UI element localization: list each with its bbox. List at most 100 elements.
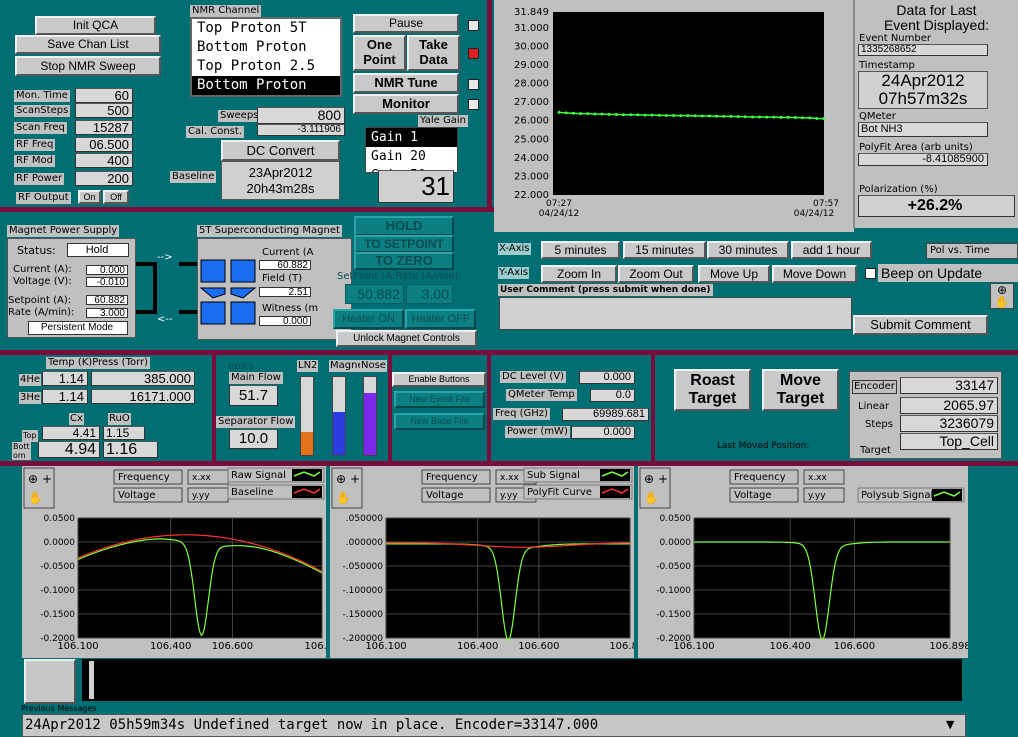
setting-field[interactable]: 200 bbox=[75, 171, 133, 186]
data-point bbox=[564, 111, 568, 115]
rf-off-button[interactable]: Off bbox=[103, 190, 129, 204]
rate-field[interactable]: 3.000 bbox=[86, 308, 128, 318]
y-tick-label: -.150000 bbox=[343, 610, 384, 620]
setting-field[interactable]: 15287 bbox=[75, 120, 133, 135]
x-axis-range-button[interactable]: add 1 hour bbox=[791, 241, 872, 259]
target-field: Top_Cell bbox=[900, 433, 998, 450]
new-event-file-button[interactable]: New Event File bbox=[394, 391, 485, 408]
take-data-checkbox[interactable] bbox=[468, 48, 479, 59]
one-point-label: Point bbox=[363, 52, 396, 67]
nmr-tune-checkbox[interactable] bbox=[468, 79, 479, 90]
x-axis-range-button[interactable]: 15 minutes bbox=[623, 241, 706, 259]
chevron-down-icon[interactable]: ▼ bbox=[946, 719, 954, 731]
heater-on-button[interactable]: Heater ON bbox=[333, 309, 404, 329]
y-format-icon: y.yy bbox=[500, 491, 518, 501]
voltage-label: Voltage bbox=[426, 490, 464, 501]
hold-button[interactable]: HOLD bbox=[354, 216, 454, 236]
take-data-button[interactable]: Take Data bbox=[407, 35, 460, 71]
lead-wire bbox=[179, 310, 197, 314]
data-point bbox=[586, 112, 590, 116]
cal-const-field[interactable]: -3.111906 bbox=[257, 124, 345, 136]
roast-target-button[interactable]: Roast Target bbox=[674, 369, 751, 411]
y-axis-control-button[interactable]: Zoom Out bbox=[618, 265, 694, 283]
beep-checkbox[interactable] bbox=[865, 268, 876, 279]
chart-tools[interactable]: ⊕ ✋ bbox=[990, 283, 1014, 309]
data-point bbox=[657, 113, 661, 117]
x-format-icon: x.xx bbox=[500, 473, 520, 483]
to-zero-button[interactable]: TO ZERO bbox=[354, 252, 454, 270]
setpoint-field[interactable]: 60.882 bbox=[86, 295, 128, 305]
hand-icon: ✋ bbox=[28, 491, 43, 505]
stop-nmr-sweep-button[interactable]: Stop NMR Sweep bbox=[15, 56, 161, 76]
previous-messages-button[interactable] bbox=[24, 659, 76, 704]
y-axis-control-button[interactable]: Move Up bbox=[698, 265, 770, 283]
y-axis-control-button[interactable]: Move Down bbox=[772, 265, 857, 283]
current-label: Current (A): bbox=[13, 264, 72, 275]
y-tick-label: .050000 bbox=[346, 514, 383, 524]
nmr-channel-item[interactable]: Top Proton 2.5 bbox=[192, 57, 340, 76]
pause-checkbox[interactable] bbox=[468, 20, 479, 31]
legend-label: Sub Signal bbox=[527, 470, 580, 481]
setting-field[interactable]: 60 bbox=[75, 88, 133, 103]
data-point bbox=[643, 113, 647, 117]
monitor-button[interactable]: Monitor bbox=[353, 94, 459, 114]
gain-item[interactable]: Gain 1 bbox=[366, 128, 457, 147]
sc-magnet-title: 5T Superconducting Magnet bbox=[197, 225, 342, 237]
sc-witness-field: 0.000 bbox=[259, 316, 311, 326]
nmr-channel-item[interactable]: Bottom Proton bbox=[192, 76, 340, 95]
save-chan-list-button[interactable]: Save Chan List bbox=[15, 35, 161, 54]
dc-convert-button[interactable]: DC Convert bbox=[221, 140, 340, 161]
temp-press-header: Temp (K)Press (Torr) bbox=[46, 357, 151, 369]
setting-field[interactable]: 06.500 bbox=[75, 137, 133, 152]
gain-list[interactable]: Gain 1Gain 20Gain 50 bbox=[365, 127, 458, 173]
gain-value-field[interactable]: 31 bbox=[378, 170, 454, 203]
setting-field[interactable]: 500 bbox=[75, 103, 133, 118]
sweeps-field[interactable]: 800 bbox=[257, 107, 345, 124]
setting-field[interactable]: 400 bbox=[75, 153, 133, 168]
heater-off-button[interactable]: Heater OFF bbox=[405, 309, 476, 329]
submit-comment-button[interactable]: Submit Comment bbox=[853, 315, 988, 335]
nmr-tune-button[interactable]: NMR Tune bbox=[353, 73, 459, 93]
new-base-file-button[interactable]: New Base File bbox=[394, 413, 485, 430]
divider bbox=[487, 0, 492, 212]
data-point bbox=[736, 115, 740, 119]
enable-buttons-button[interactable]: Enable Buttons bbox=[392, 372, 486, 387]
rf-on-button[interactable]: On bbox=[78, 190, 101, 204]
rate-label: Rate (A/min): bbox=[8, 307, 75, 318]
data-point bbox=[758, 115, 762, 119]
x-axis-range-button[interactable]: 30 minutes bbox=[707, 241, 789, 259]
sc-rate-field[interactable]: 3.00 bbox=[406, 284, 453, 304]
hand-icon: ✋ bbox=[336, 491, 351, 505]
y-format-icon: y.yy bbox=[808, 491, 826, 501]
to-setpoint-button[interactable]: TO SETPOINT bbox=[354, 235, 454, 253]
gain-item[interactable]: Gain 20 bbox=[366, 147, 457, 166]
data-point bbox=[793, 116, 797, 120]
sc-current-field: 60.882 bbox=[259, 260, 311, 270]
unlock-magnet-button[interactable]: Unlock Magnet Controls bbox=[336, 330, 477, 347]
init-qca-button[interactable]: Init QCA bbox=[35, 16, 156, 35]
nmr-channel-list[interactable]: Top Proton 5T Bottom Proton Top Proton 2.5… bbox=[190, 17, 342, 97]
x-axis-label: X-Axis bbox=[498, 243, 531, 255]
plot-area bbox=[78, 518, 322, 638]
nmr-channel-item[interactable]: Top Proton 5T bbox=[192, 19, 340, 38]
data-point bbox=[808, 116, 812, 120]
setting-label: RF Mod bbox=[14, 155, 55, 167]
pause-button[interactable]: Pause bbox=[353, 14, 459, 33]
user-comment-input[interactable] bbox=[499, 297, 852, 330]
message-log-handle[interactable] bbox=[89, 661, 94, 699]
one-point-button[interactable]: One Point bbox=[353, 35, 406, 71]
sc-setpoint-field[interactable]: 50.882 bbox=[345, 284, 404, 304]
message-log bbox=[82, 659, 962, 701]
move-target-button[interactable]: Move Target bbox=[762, 369, 839, 411]
nmr-channel-item[interactable]: Bottom Proton bbox=[192, 38, 340, 57]
he3-label: 3He bbox=[19, 392, 42, 404]
monitor-checkbox[interactable] bbox=[468, 99, 479, 110]
y-axis-control-button[interactable]: Zoom In bbox=[541, 265, 617, 283]
x-axis-range-button[interactable]: 5 minutes bbox=[541, 241, 620, 259]
sweeps-label: Sweeps bbox=[218, 110, 261, 122]
plus-icon: + bbox=[658, 472, 668, 486]
raw-signal-plot: ⊕ + ✋ Frequency Voltage x.xx y.yy Raw Signal Bas… bbox=[22, 466, 326, 658]
he4-label: 4He bbox=[19, 374, 42, 386]
reading-field: 69989.681 bbox=[562, 408, 649, 421]
hand-icon[interactable]: ✋ bbox=[995, 295, 1010, 309]
